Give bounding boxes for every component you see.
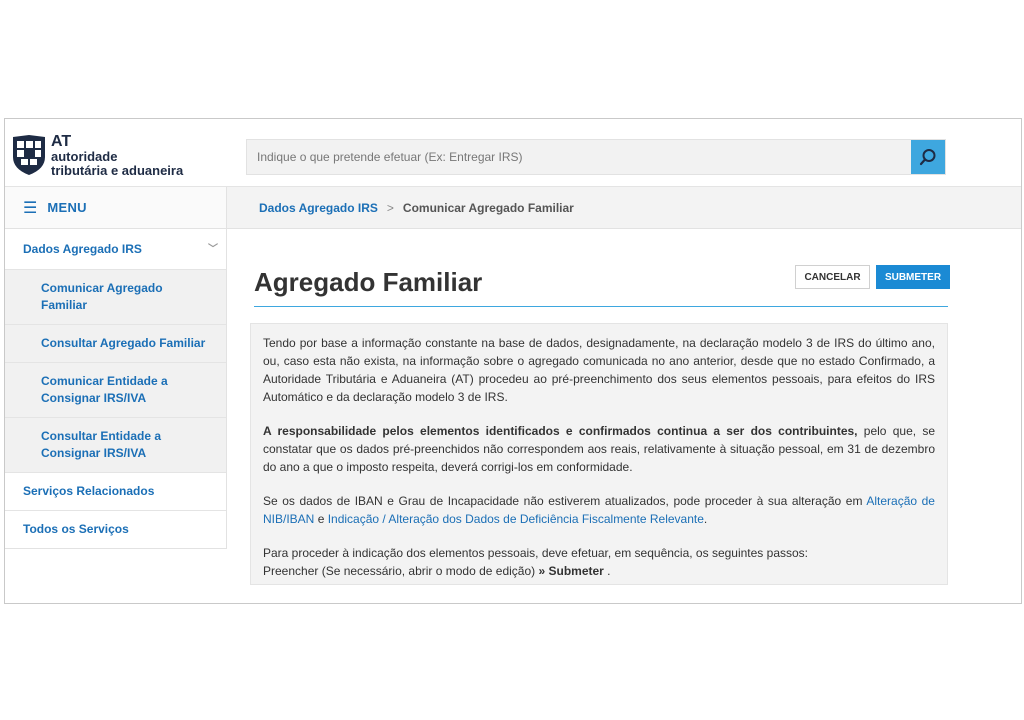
sidebar-item-servicos-relacionados[interactable]: Serviços Relacionados [5, 473, 226, 511]
info-paragraph-2: A responsabilidade pelos elementos ident… [263, 422, 935, 476]
info-steps-submeter: » Submeter [538, 564, 604, 578]
info-paragraph-1: Tendo por base a informação constante na… [263, 336, 935, 404]
search-input[interactable] [247, 140, 911, 174]
info-panel: Tendo por base a informação constante na… [250, 323, 948, 585]
sidebar-item-label: Comunicar Agregado Familiar [41, 281, 163, 312]
menu-label: MENU [47, 200, 87, 215]
search-button[interactable] [911, 140, 945, 174]
sidebar-item-label: Todos os Serviços [23, 522, 129, 536]
breadcrumb-link[interactable]: Dados Agregado IRS [259, 201, 378, 215]
sidebar-item-dados-agregado-irs[interactable]: Dados Agregado IRS ﹀ [5, 229, 226, 270]
sidebar-item-label: Consultar Entidade a Consignar IRS/IVA [41, 429, 162, 460]
site-header: AT autoridade tributária e aduaneira [5, 119, 1021, 187]
sidebar-item-label: Serviços Relacionados [23, 484, 155, 498]
breadcrumb-current: Comunicar Agregado Familiar [402, 200, 574, 215]
logo-text: AT autoridade tributária e aduaneira [51, 134, 183, 178]
info-steps-start: Preencher (Se necessário, abrir o modo d… [263, 564, 539, 578]
sidebar-item-todos-servicos[interactable]: Todos os Serviços [5, 511, 226, 548]
chevron-down-icon: ﹀ [208, 244, 218, 255]
sidebar-item-comunicar-agregado[interactable]: Comunicar Agregado Familiar [5, 270, 226, 325]
logo-line-1: autoridade [51, 149, 118, 164]
info-paragraph-3: Se os dados de IBAN e Grau de Incapacida… [263, 492, 935, 528]
link-dados-deficiencia[interactable]: Indicação / Alteração dos Dados de Defic… [328, 512, 704, 526]
menu-toggle[interactable]: ☰ MENU [5, 187, 227, 229]
logo-line-2: tributária e aduaneira [51, 163, 184, 178]
at-logo[interactable]: AT autoridade tributária e aduaneira [9, 131, 209, 181]
search-icon [919, 149, 936, 166]
sidebar-item-label: Consultar Agregado Familiar [41, 336, 206, 350]
main-content: Dados Agregado IRS > Comunicar Agregado … [227, 187, 1021, 603]
browser-frame: AT autoridade tributária e aduaneira ☰ M… [4, 118, 1022, 604]
at-logo-icon [11, 133, 47, 177]
breadcrumb-separator: > [386, 200, 394, 215]
sidebar-list: Dados Agregado IRS ﹀ Comunicar Agregado … [5, 229, 227, 549]
info-steps-intro: Para proceder à indicação dos elementos … [263, 546, 808, 560]
submit-button[interactable]: SUBMETER [876, 265, 950, 289]
info-paragraph-3-start: Se os dados de IBAN e Grau de Incapacida… [263, 494, 867, 508]
title-row: Agregado Familiar CANCELAR SUBMETER [254, 265, 950, 307]
info-steps-end: . [603, 564, 611, 578]
sidebar-item-label: Comunicar Entidade a Consignar IRS/IVA [41, 374, 168, 405]
info-responsibility-bold: A responsabilidade pelos elementos ident… [263, 424, 858, 438]
sidebar: ☰ MENU Dados Agregado IRS ﹀ Comunicar Ag… [5, 187, 227, 603]
search-bar [246, 139, 946, 175]
cancel-button[interactable]: CANCELAR [795, 265, 870, 289]
info-paragraph-3-end: . [703, 512, 708, 526]
breadcrumb: Dados Agregado IRS > Comunicar Agregado … [227, 187, 1021, 229]
sidebar-item-consultar-agregado[interactable]: Consultar Agregado Familiar [5, 325, 226, 363]
sidebar-item-label: Dados Agregado IRS [23, 242, 142, 256]
sidebar-item-consultar-entidade[interactable]: Consultar Entidade a Consignar IRS/IVA [5, 418, 226, 473]
page-title: Agregado Familiar [254, 267, 483, 297]
info-paragraph-4: Para proceder à indicação dos elementos … [263, 544, 935, 580]
hamburger-icon: ☰ [23, 199, 38, 217]
logo-at: AT [51, 133, 72, 150]
sidebar-item-comunicar-entidade[interactable]: Comunicar Entidade a Consignar IRS/IVA [5, 363, 226, 418]
info-paragraph-3-mid: e [314, 512, 328, 526]
